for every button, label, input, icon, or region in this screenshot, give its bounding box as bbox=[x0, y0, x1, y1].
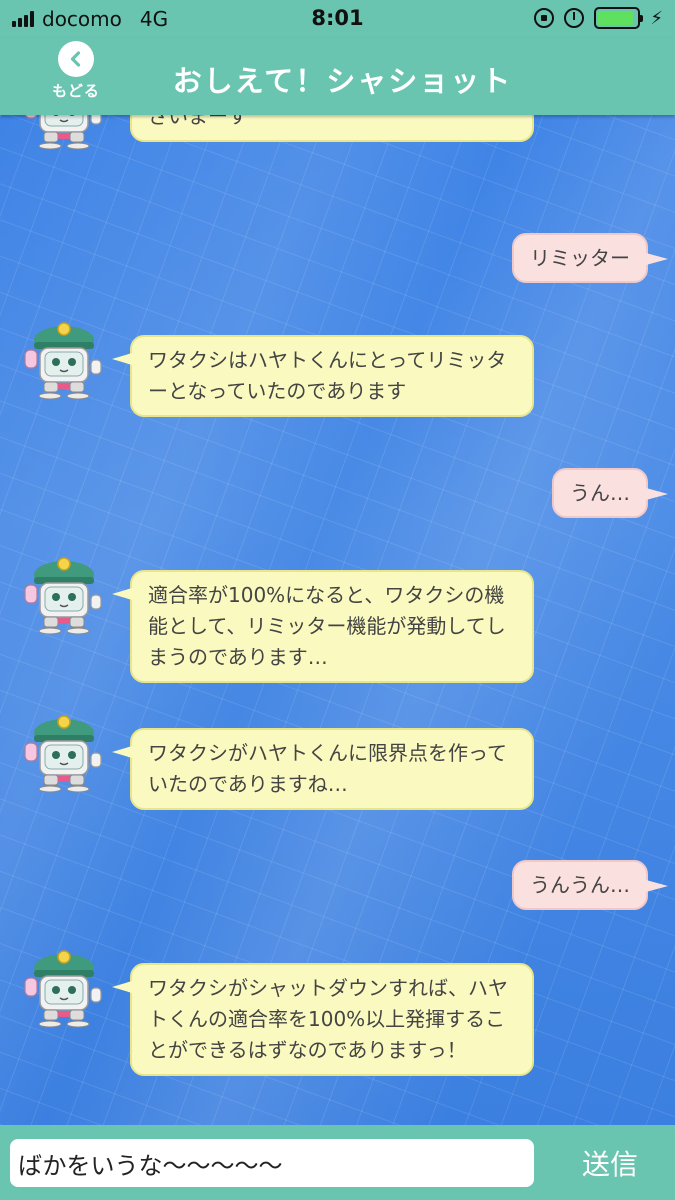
bot-message-bubble: 武器や必殺技が使えるようになるのでございまーす bbox=[130, 115, 534, 142]
charging-bolt-icon: ⚡ bbox=[650, 7, 663, 29]
bot-message-bubble: ワタクシがシャットダウンすれば、ハヤトくんの適合率を100%以上発揮することがで… bbox=[112, 963, 534, 1076]
user-message-bubble: うん… bbox=[552, 468, 668, 518]
orientation-lock-icon bbox=[534, 8, 555, 28]
bot-message-bubble: ワタクシはハヤトくんにとってリミッターとなっていたのであります bbox=[112, 335, 534, 417]
chat-area[interactable]: 武器や必殺技が使えるようになるのでございまーす リミッター ワタクシはハヤトくん… bbox=[0, 115, 675, 1125]
robot-avatar-icon bbox=[24, 115, 102, 150]
bot-message-bubble: 適合率が100%になると、ワタクシの機能として、リミッター機能が発動してしまうの… bbox=[112, 570, 534, 683]
send-button[interactable]: 送信 bbox=[560, 1141, 660, 1185]
user-message-bubble: リミッター bbox=[512, 233, 668, 283]
message-input[interactable] bbox=[10, 1139, 534, 1187]
bot-message-bubble: ワタクシがハヤトくんに限界点を作っていたのでありますね… bbox=[112, 728, 534, 810]
page-title: おしえて！シャショット bbox=[172, 64, 513, 98]
battery-icon bbox=[594, 7, 644, 29]
user-message-bubble: うんうん… bbox=[512, 860, 668, 910]
alarm-icon bbox=[564, 8, 585, 28]
robot-avatar-icon bbox=[24, 950, 102, 1028]
message-input-bar: 送信 bbox=[0, 1125, 675, 1200]
status-bar: docomo 4G 8:01 ⚡ bbox=[0, 0, 675, 38]
robot-avatar-icon bbox=[24, 715, 102, 793]
robot-avatar-icon bbox=[24, 322, 102, 400]
robot-avatar-icon bbox=[24, 557, 102, 635]
app-header: もどる おしえて！シャショット bbox=[0, 38, 675, 115]
